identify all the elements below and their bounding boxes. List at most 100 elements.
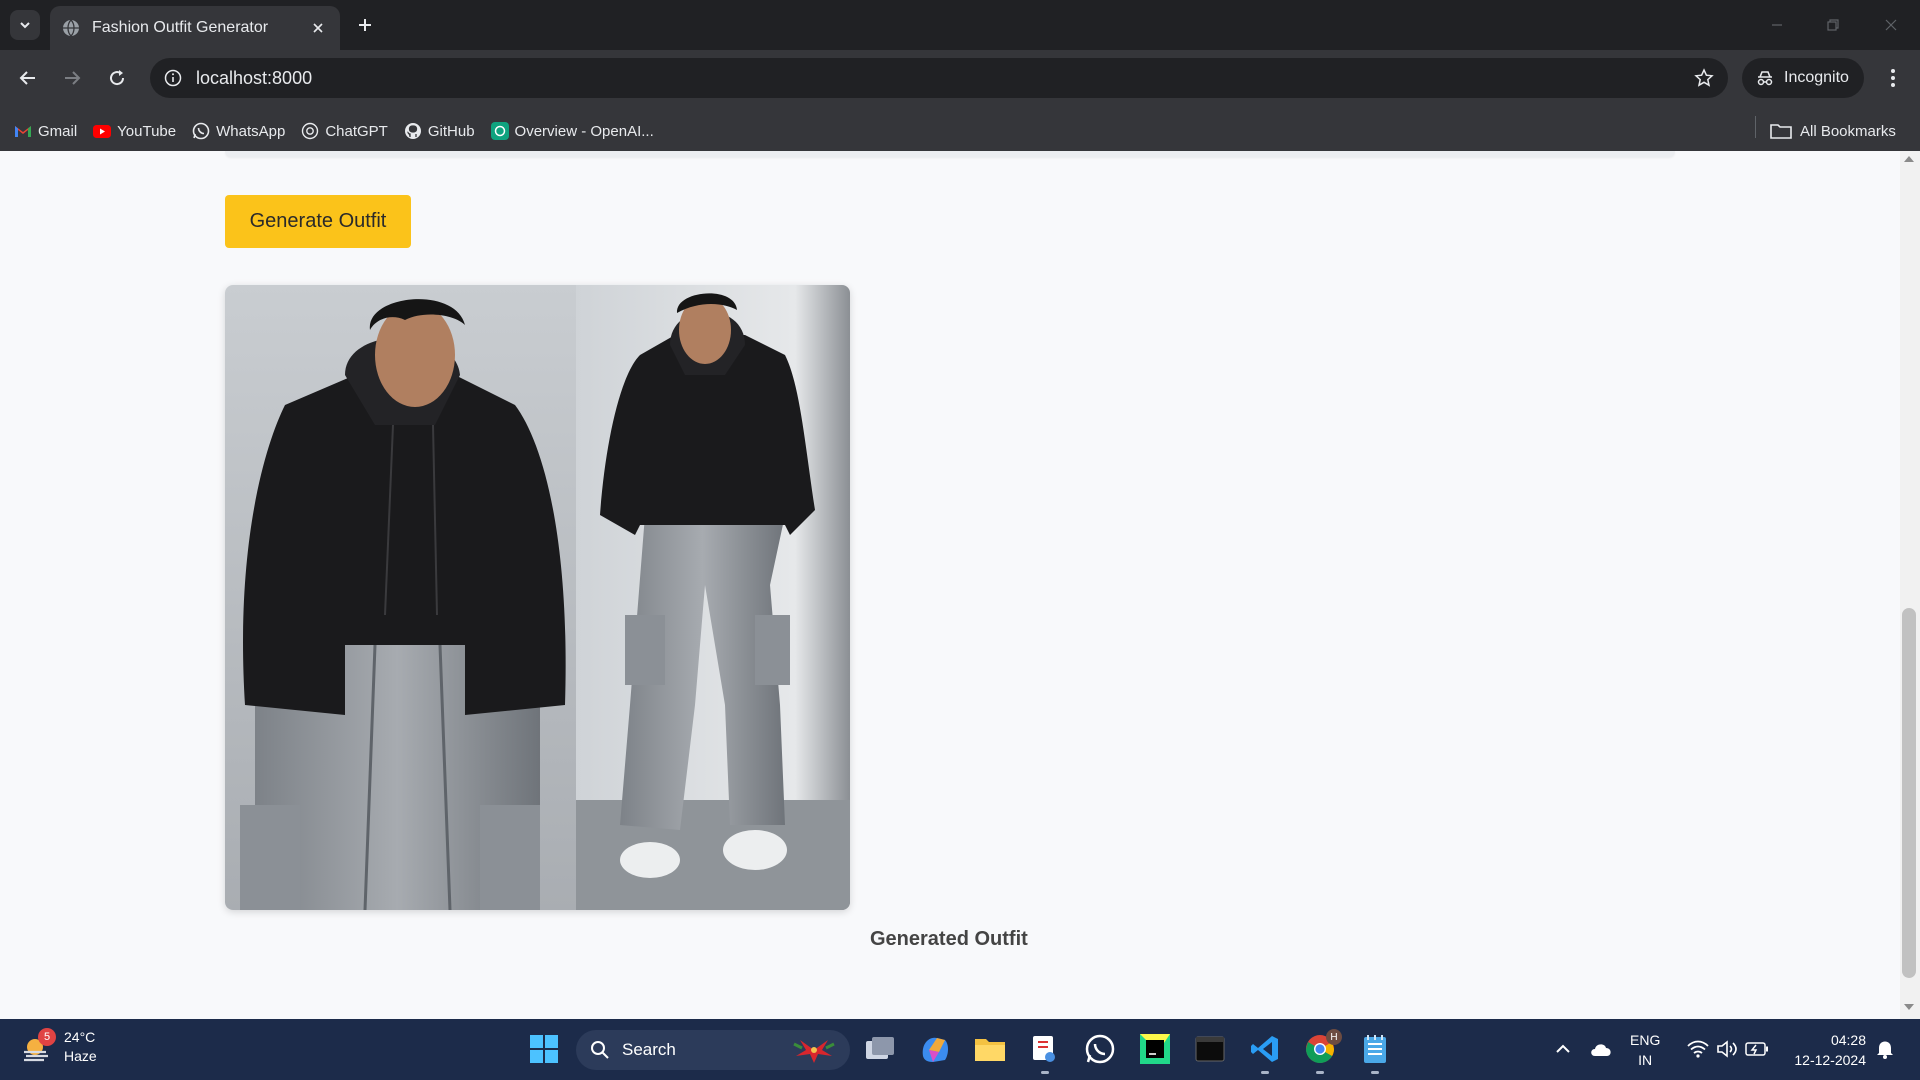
- bookmarks-separator: [1755, 116, 1756, 138]
- scroll-up-arrow-icon[interactable]: [1904, 156, 1914, 162]
- generated-outfit-image: [225, 285, 850, 910]
- tab-search-button[interactable]: [10, 10, 40, 40]
- scrollbar-thumb[interactable]: [1902, 608, 1916, 978]
- file-explorer-button[interactable]: [970, 1029, 1010, 1069]
- bookmark-openai[interactable]: Overview - OpenAI...: [483, 116, 662, 146]
- bookmark-chatgpt[interactable]: ChatGPT: [293, 116, 396, 146]
- running-indicator: [1316, 1071, 1324, 1074]
- speaker-icon: [1717, 1040, 1737, 1058]
- scroll-down-arrow-icon[interactable]: [1904, 1004, 1914, 1010]
- language-code: ENG: [1630, 1032, 1661, 1048]
- back-button[interactable]: [12, 62, 44, 94]
- incognito-indicator[interactable]: Incognito: [1742, 58, 1864, 98]
- weather-haze-icon: 5: [20, 1028, 56, 1064]
- info-icon: [164, 69, 182, 87]
- wifi-button[interactable]: [1685, 1038, 1711, 1060]
- close-window-button[interactable]: [1876, 12, 1906, 38]
- taskbar-search[interactable]: Search: [576, 1030, 850, 1070]
- new-tab-button[interactable]: [352, 12, 378, 38]
- start-button[interactable]: [524, 1029, 564, 1069]
- vscode-icon: [1251, 1036, 1278, 1062]
- battery-button[interactable]: [1743, 1038, 1771, 1060]
- notepad-icon: [1364, 1035, 1386, 1063]
- bookmark-star-icon[interactable]: [1694, 68, 1714, 88]
- youtube-icon: [93, 122, 112, 140]
- snipping-tool-button[interactable]: [1025, 1029, 1065, 1069]
- plus-icon: [359, 19, 371, 31]
- search-label: Search: [622, 1040, 676, 1059]
- chevron-up-icon: [1556, 1044, 1570, 1053]
- task-view-button[interactable]: [860, 1029, 900, 1069]
- wifi-icon: [1687, 1040, 1709, 1058]
- incognito-label: Incognito: [1784, 69, 1849, 86]
- form-card-edge: [225, 151, 1675, 157]
- reload-button[interactable]: [101, 62, 133, 94]
- show-hidden-icons-button[interactable]: [1552, 1038, 1574, 1060]
- running-indicator: [1371, 1071, 1379, 1074]
- chrome-button[interactable]: H: [1300, 1029, 1342, 1069]
- tab-title: Fashion Outfit Generator: [92, 19, 269, 36]
- incognito-icon: [1757, 71, 1773, 86]
- terminal-icon: [1195, 1036, 1225, 1062]
- notepad-button[interactable]: [1355, 1029, 1395, 1069]
- copilot-button[interactable]: [915, 1029, 955, 1069]
- restore-button[interactable]: [1818, 12, 1848, 38]
- tab-active[interactable]: Fashion Outfit Generator: [50, 6, 340, 50]
- region-code: IN: [1638, 1052, 1653, 1068]
- bookmark-gmail[interactable]: Gmail: [6, 116, 85, 146]
- bookmark-whatsapp[interactable]: WhatsApp: [184, 116, 293, 146]
- bookmark-label: GitHub: [427, 122, 475, 140]
- whatsapp-icon: [192, 122, 210, 140]
- weather-desc: Haze: [64, 1048, 97, 1064]
- globe-icon: [63, 19, 79, 37]
- terminal-button[interactable]: [1190, 1029, 1230, 1069]
- tab-close-button[interactable]: [308, 18, 328, 38]
- poinsettia-icon: [793, 1040, 835, 1063]
- reload-icon: [110, 70, 125, 86]
- windows-icon: [530, 1035, 558, 1063]
- whatsapp-app-button[interactable]: [1080, 1029, 1120, 1069]
- vscode-button[interactable]: [1245, 1029, 1285, 1069]
- page-viewport: Generate Outfit Generated Outfit: [0, 151, 1900, 1019]
- forward-button[interactable]: [56, 62, 88, 94]
- bookmark-label: YouTube: [117, 122, 177, 140]
- bookmark-youtube[interactable]: YouTube: [85, 116, 184, 146]
- taskbar-clock[interactable]: 04:28 12-12-2024: [1782, 1030, 1866, 1070]
- notifications-button[interactable]: [1872, 1038, 1898, 1060]
- chatgpt-icon: [301, 122, 319, 140]
- outfit-illustration: [225, 285, 850, 910]
- pycharm-icon: [1140, 1034, 1170, 1064]
- volume-button[interactable]: [1714, 1038, 1740, 1060]
- gmail-icon: [14, 122, 32, 140]
- more-vertical-icon: [1891, 69, 1895, 87]
- minimize-icon: [1772, 24, 1782, 26]
- language-indicator[interactable]: ENG IN: [1630, 1030, 1660, 1070]
- pycharm-button[interactable]: [1135, 1029, 1175, 1069]
- generate-outfit-button[interactable]: Generate Outfit: [225, 195, 411, 248]
- minimize-button[interactable]: [1762, 12, 1792, 38]
- weather-widget[interactable]: 5 24°C Haze: [20, 1028, 97, 1066]
- openai-icon: [490, 122, 509, 140]
- url-text: localhost:8000: [196, 67, 313, 88]
- outfit-caption: Generated Outfit: [870, 928, 1028, 950]
- folder-icon: [975, 1039, 1005, 1061]
- browser-menu-button[interactable]: [1878, 62, 1908, 94]
- bookmark-label: Gmail: [38, 122, 78, 140]
- bookmark-label: Overview - OpenAI...: [514, 122, 654, 140]
- bookmarks-bar: Gmail YouTube WhatsApp ChatGPT GitHub Ov…: [0, 112, 1920, 150]
- all-bookmarks-button[interactable]: All Bookmarks: [1770, 116, 1896, 146]
- snipping-tool-icon: [1033, 1036, 1055, 1062]
- bookmark-github[interactable]: GitHub: [396, 116, 483, 146]
- weather-badge: 5: [38, 1028, 56, 1046]
- folder-icon: [1770, 124, 1792, 139]
- address-bar[interactable]: localhost:8000: [150, 58, 1728, 98]
- running-indicator: [1041, 1071, 1049, 1074]
- onedrive-button[interactable]: [1588, 1038, 1614, 1060]
- chrome-profile-badge: H: [1326, 1029, 1342, 1045]
- copilot-icon: [922, 1037, 948, 1062]
- bell-icon: [1877, 1041, 1893, 1059]
- bookmark-label: ChatGPT: [325, 122, 388, 140]
- weather-temp: 24°C: [64, 1029, 96, 1045]
- search-icon: [591, 1041, 609, 1059]
- clock-time: 04:28: [1830, 1032, 1866, 1048]
